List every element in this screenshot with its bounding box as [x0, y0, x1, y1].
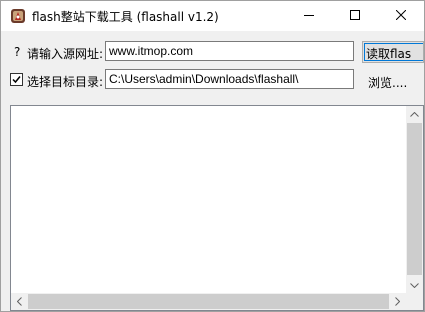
- app-icon: [10, 8, 26, 24]
- vertical-scroll-thumb[interactable]: [407, 123, 422, 275]
- source-url-label: 请输入源网址:: [27, 47, 104, 61]
- app-window: flash整站下载工具 (flashall v1.2) ? 请输入源网址: ww…: [0, 0, 425, 312]
- maximize-button[interactable]: [332, 1, 378, 31]
- focus-ring: [364, 43, 423, 61]
- help-mark: ?: [14, 45, 21, 59]
- scroll-left-arrow-icon[interactable]: [11, 293, 28, 310]
- browse-link[interactable]: 浏览....: [368, 74, 407, 91]
- minimize-button[interactable]: [286, 1, 332, 31]
- vertical-scrollbar[interactable]: [406, 106, 423, 294]
- output-log[interactable]: [10, 105, 424, 311]
- horizontal-scroll-thumb[interactable]: [28, 294, 389, 309]
- close-icon: [395, 9, 407, 23]
- scroll-up-arrow-icon[interactable]: [406, 106, 423, 123]
- target-dir-label: 选择目标目录:: [27, 75, 104, 89]
- window-title: flash整站下载工具 (flashall v1.2): [32, 10, 219, 24]
- scroll-right-arrow-icon[interactable]: [389, 293, 406, 310]
- scroll-down-arrow-icon[interactable]: [406, 277, 423, 294]
- minimize-icon: [304, 9, 314, 23]
- horizontal-scrollbar[interactable]: [11, 293, 406, 310]
- read-flash-button[interactable]: 读取flas: [362, 41, 424, 63]
- close-button[interactable]: [378, 1, 424, 31]
- title-bar[interactable]: flash整站下载工具 (flashall v1.2): [1, 1, 424, 31]
- source-url-input[interactable]: www.itmop.com: [105, 41, 354, 61]
- target-dir-checkbox[interactable]: [10, 73, 23, 86]
- scrollbar-corner: [406, 293, 423, 310]
- maximize-icon: [350, 9, 360, 23]
- target-dir-input[interactable]: C:\Users\admin\Downloads\flashall\: [105, 69, 354, 89]
